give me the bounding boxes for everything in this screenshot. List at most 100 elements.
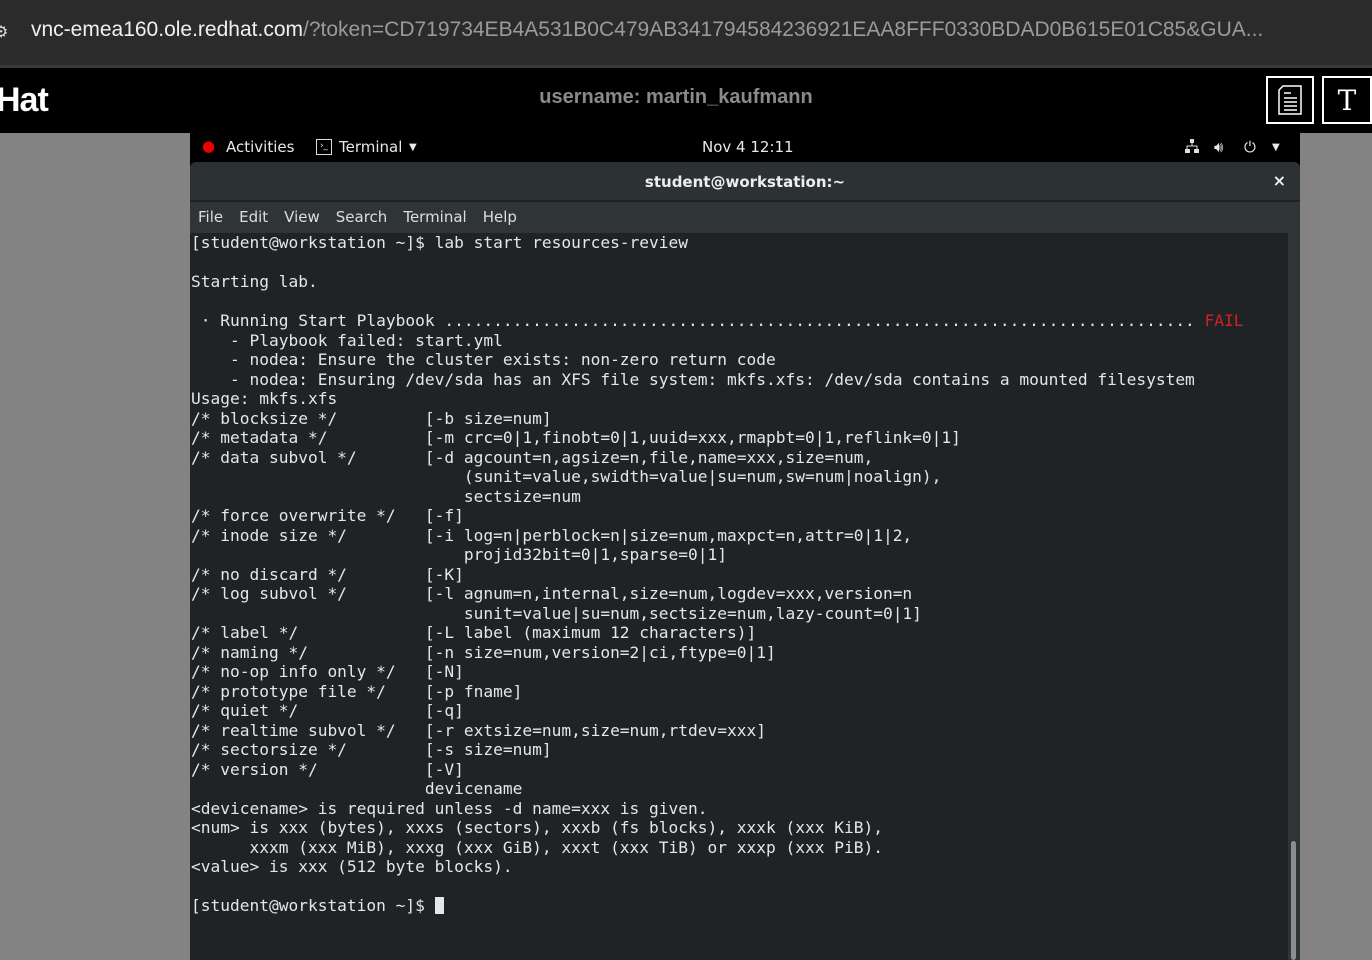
terminal-line: /* no-op info only */ [-N]	[191, 662, 464, 682]
terminal-line: sunit=value|su=num,sectsize=num,lazy-cou…	[191, 604, 922, 624]
browser-address-bar[interactable]: ⚙ vnc-emea160.ole.redhat.com/?token=CD71…	[0, 0, 1372, 68]
terminal-line-text: /* no discard */ [-K]	[191, 564, 464, 584]
scrollbar-thumb[interactable]	[1291, 841, 1296, 960]
terminal-line: /* label */ [-L label (maximum 12 charac…	[191, 623, 756, 643]
terminal-line-text: <num> is xxx (bytes), xxxs (sectors), xx…	[191, 818, 883, 838]
power-icon[interactable]: ⏻	[1244, 138, 1256, 156]
terminal-line-text: /* inode size */ [-i log=n|perblock=n|si…	[191, 525, 913, 545]
site-settings-icon[interactable]: ⚙	[0, 22, 10, 42]
desktop-margin-right	[1300, 133, 1372, 960]
terminal-line-text: Starting lab.	[191, 272, 318, 292]
terminal-line-text: xxxm (xxx MiB), xxxg (xxx GiB), xxxt (xx…	[191, 837, 883, 857]
terminal-line: /* prototype file */ [-p fname]	[191, 682, 522, 702]
menu-file[interactable]: File	[190, 208, 231, 226]
close-icon[interactable]: ×	[1273, 171, 1286, 190]
terminal-line-text: /* version */ [-V]	[191, 759, 464, 779]
terminal-line: /* no discard */ [-K]	[191, 565, 464, 585]
terminal-line-text: /* metadata */ [-m crc=0|1,finobt=0|1,uu…	[191, 428, 961, 448]
terminal-line-text: /* naming */ [-n size=num,version=2|ci,f…	[191, 642, 776, 662]
terminal-app-icon: ›_	[316, 139, 332, 155]
terminal-line: /* realtime subvol */ [-r extsize=num,si…	[191, 721, 766, 741]
terminal-line-text: sunit=value|su=num,sectsize=num,lazy-cou…	[191, 603, 922, 623]
terminal-line: (sunit=value,swidth=value|su=num,sw=num|…	[191, 467, 942, 487]
terminal-line: - Playbook failed: start.yml	[191, 331, 503, 351]
terminal-line: /* blocksize */ [-b size=num]	[191, 409, 552, 429]
menu-terminal[interactable]: Terminal	[395, 208, 474, 226]
terminal-line-text: - nodea: Ensuring /dev/sda has an XFS fi…	[191, 369, 1195, 389]
document-icon	[1278, 85, 1302, 115]
terminal-line: /* force overwrite */ [-f]	[191, 506, 464, 526]
terminal-line-text: /* blocksize */ [-b size=num]	[191, 408, 552, 428]
desktop-margin-left	[0, 133, 190, 960]
window-title: student@workstation:~	[644, 173, 846, 191]
terminal-line: - nodea: Ensuring /dev/sda has an XFS fi…	[191, 370, 1195, 390]
terminal-line: /* sectorsize */ [-s size=num]	[191, 740, 552, 760]
terminal-line-text: /* force overwrite */ [-f]	[191, 506, 464, 526]
terminal-line-text: /* quiet */ [-q]	[191, 701, 464, 721]
terminal-line: devicename	[191, 779, 522, 799]
terminal-line-text: /* no-op info only */ [-N]	[191, 662, 464, 682]
activities-button[interactable]: Activities	[226, 138, 294, 156]
terminal-line-text: /* sectorsize */ [-s size=num]	[191, 740, 552, 760]
terminal-line-text: /* data subvol */ [-d agcount=n,agsize=n…	[191, 447, 874, 467]
terminal-line-text: (sunit=value,swidth=value|su=num,sw=num|…	[191, 467, 942, 487]
terminal-line-text: <value> is xxx (512 byte blocks).	[191, 857, 513, 877]
terminal-line: Starting lab.	[191, 272, 318, 292]
terminal-line: /* quiet */ [-q]	[191, 701, 464, 721]
lab-header: Hat username: martin_kaufmann T	[0, 68, 1372, 133]
menu-search[interactable]: Search	[328, 208, 396, 226]
username-label: username: martin_kaufmann	[539, 86, 813, 108]
redhat-hat-icon: ●	[202, 137, 216, 155]
terminal-line-text: /* label */ [-L label (maximum 12 charac…	[191, 623, 757, 643]
terminal-line: /* log subvol */ [-l agnum=n,internal,si…	[191, 584, 912, 604]
terminal-scrollbar[interactable]	[1288, 233, 1300, 960]
terminal-line: projid32bit=0|1,sparse=0|1]	[191, 545, 727, 565]
terminal-output[interactable]: [student@workstation ~]$ lab start resou…	[190, 233, 1288, 960]
menu-help[interactable]: Help	[475, 208, 525, 226]
volume-icon[interactable]: 🔊︎	[1214, 138, 1223, 156]
font-button[interactable]: T	[1322, 76, 1372, 124]
fail-status: FAIL	[1204, 311, 1244, 331]
clock[interactable]: Nov 4 12:11	[702, 138, 794, 156]
terminal-line-text: projid32bit=0|1,sparse=0|1]	[191, 545, 728, 565]
chevron-down-icon: ▼	[409, 142, 417, 153]
terminal-line: /* data subvol */ [-d agcount=n,agsize=n…	[191, 448, 873, 468]
terminal-line-text: sectsize=num	[191, 486, 581, 506]
notes-button[interactable]	[1266, 76, 1314, 124]
terminal-line-text: - nodea: Ensure the cluster exists: non-…	[191, 350, 776, 370]
terminal-window-titlebar[interactable]: student@workstation:~ ×	[190, 162, 1300, 202]
terminal-line: · Running Start Playbook ...............…	[191, 311, 1244, 331]
gnome-top-bar: ● Activities ›_ Terminal ▼ Nov 4 12:11 🔊…	[190, 133, 1300, 162]
network-icon[interactable]	[1184, 138, 1200, 158]
terminal-line-text: /* realtime subvol */ [-r extsize=num,si…	[191, 720, 766, 740]
terminal-line: Usage: mkfs.xfs	[191, 389, 337, 409]
terminal-line: sectsize=num	[191, 487, 581, 507]
terminal-line-text: · Running Start Playbook ...............…	[191, 311, 1205, 331]
terminal-app-menu[interactable]: Terminal	[339, 138, 402, 156]
terminal-line: <devicename> is required unless -d name=…	[191, 799, 708, 819]
terminal-line: [student@workstation ~]$	[191, 896, 444, 916]
terminal-line-text: /* log subvol */ [-l agnum=n,internal,si…	[191, 584, 913, 604]
terminal-line: /* metadata */ [-m crc=0|1,finobt=0|1,uu…	[191, 428, 961, 448]
terminal-line: - nodea: Ensure the cluster exists: non-…	[191, 350, 776, 370]
terminal-menubar: File Edit View Search Terminal Help	[190, 202, 1300, 233]
system-menu-chevron-icon[interactable]: ▼	[1272, 142, 1280, 153]
menu-edit[interactable]: Edit	[231, 208, 276, 226]
terminal-line: /* naming */ [-n size=num,version=2|ci,f…	[191, 643, 776, 663]
terminal-line-text: [student@workstation ~]$	[191, 896, 435, 916]
terminal-cursor	[434, 897, 444, 915]
terminal-line-text: devicename	[191, 779, 523, 799]
terminal-line: <num> is xxx (bytes), xxxs (sectors), xx…	[191, 818, 883, 838]
terminal-line-text: <devicename> is required unless -d name=…	[191, 798, 708, 818]
terminal-line-text: [student@workstation ~]$ lab start resou…	[191, 233, 689, 253]
terminal-line-text: Usage: mkfs.xfs	[191, 389, 338, 409]
terminal-line-text: /* prototype file */ [-p fname]	[191, 681, 523, 701]
terminal-line: /* inode size */ [-i log=n|perblock=n|si…	[191, 526, 912, 546]
terminal-line: <value> is xxx (512 byte blocks).	[191, 857, 513, 877]
terminal-line: /* version */ [-V]	[191, 760, 464, 780]
terminal-line-text: - Playbook failed: start.yml	[191, 330, 503, 350]
menu-view[interactable]: View	[276, 208, 328, 226]
terminal-line: [student@workstation ~]$ lab start resou…	[191, 233, 688, 253]
url-text[interactable]: vnc-emea160.ole.redhat.com/?token=CD7197…	[31, 18, 1263, 42]
terminal-line: xxxm (xxx MiB), xxxg (xxx GiB), xxxt (xx…	[191, 837, 883, 858]
